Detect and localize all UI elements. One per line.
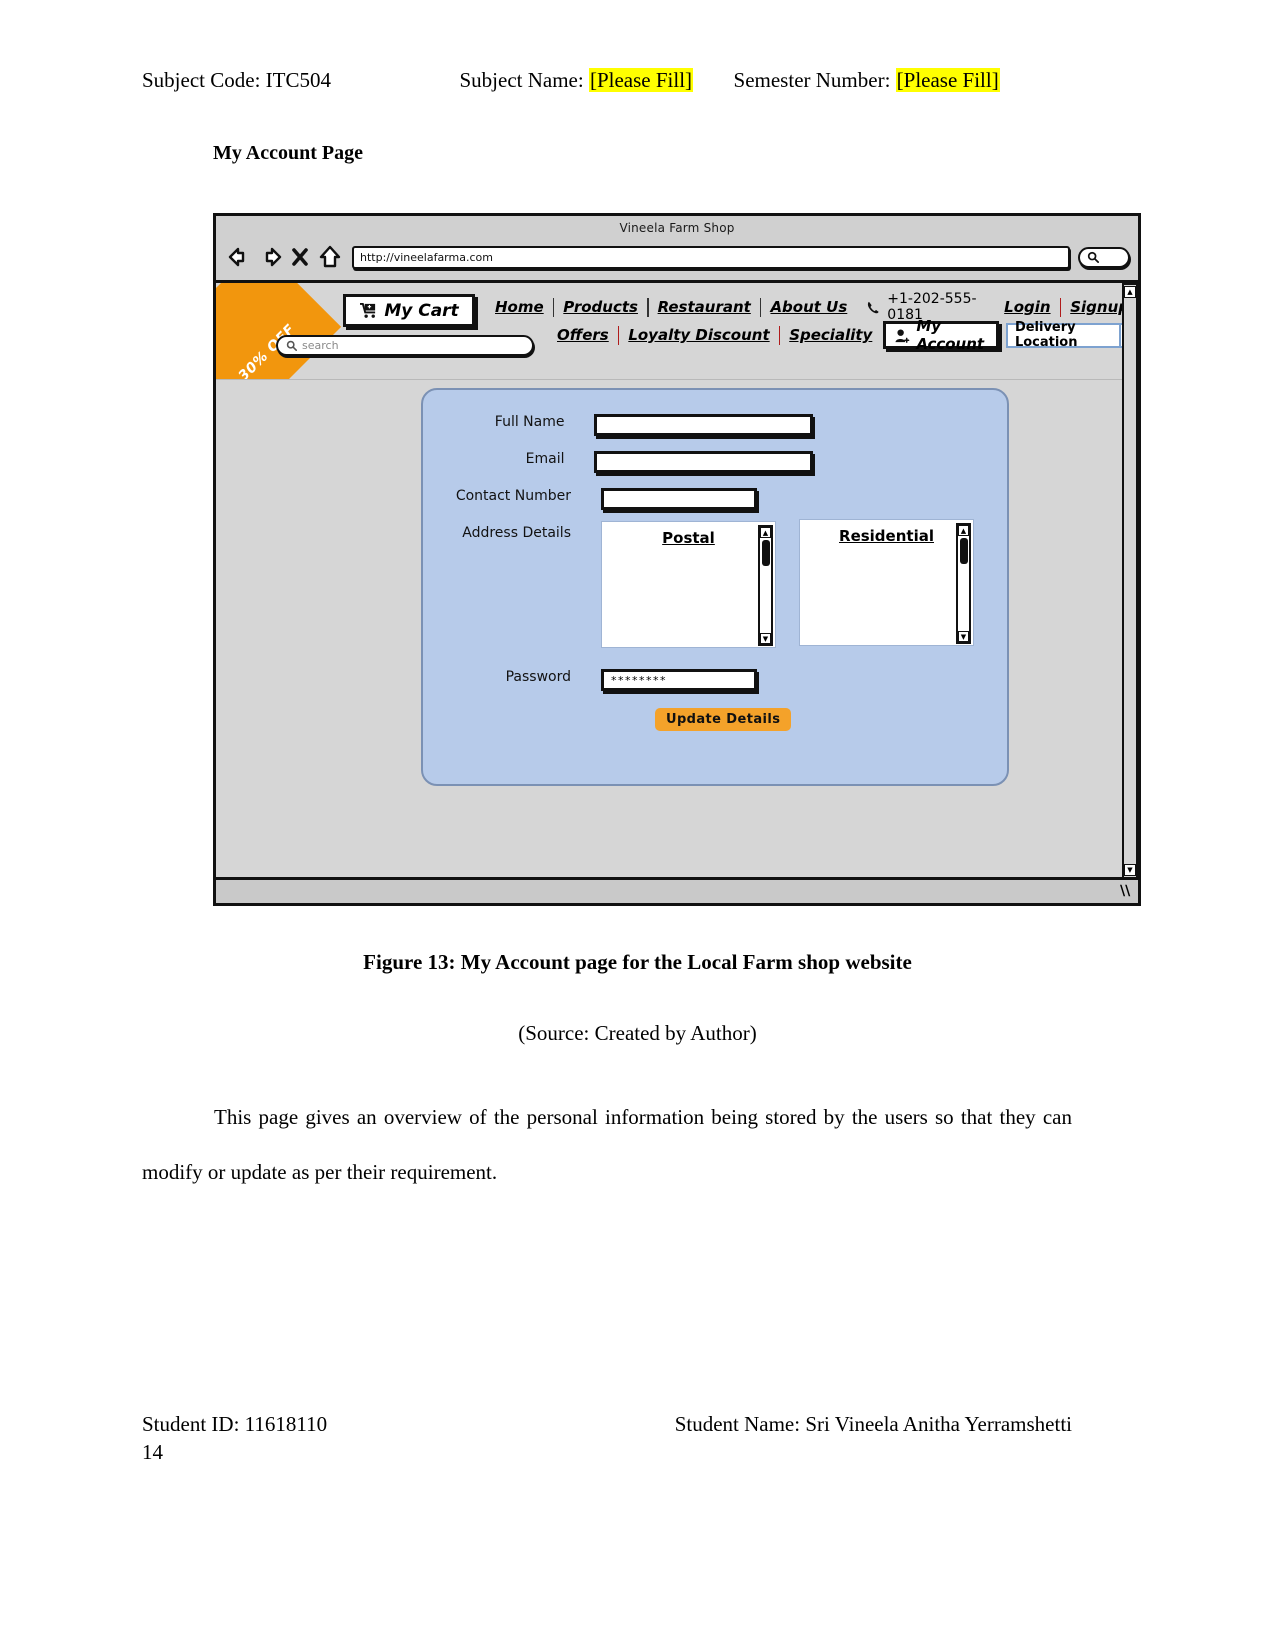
semester-number-value: [Please Fill] — [895, 68, 1000, 92]
scrollbar-thumb[interactable] — [959, 538, 968, 564]
my-cart-label: My Cart — [384, 300, 459, 321]
student-id: Student ID: 11618110 — [142, 1412, 328, 1436]
search-input[interactable]: search — [276, 335, 534, 356]
postal-address-scrollbar[interactable]: ▲ ▼ — [758, 525, 773, 646]
figure-caption: Figure 13: My Account page for the Local… — [363, 950, 912, 974]
scroll-up-icon[interactable]: ▲ — [1124, 286, 1136, 298]
browser-window-title: Vineela Farm Shop — [619, 221, 735, 235]
scroll-up-icon[interactable]: ▲ — [760, 527, 771, 538]
url-bar[interactable]: http://vineelafarma.com — [352, 245, 1070, 269]
search-placeholder: search — [302, 339, 339, 352]
contact-number-input[interactable] — [601, 488, 757, 510]
browser-status-bar: ∕∕ — [216, 877, 1138, 903]
account-form-region: Full Name Email Contact Number Address D… — [216, 380, 1138, 880]
primary-nav: Home Products Restaurant About Us +1-202… — [486, 291, 1138, 323]
browser-mockup: Vineela Farm Shop http://vineelafarma.co… — [213, 213, 1141, 906]
scrollbar-thumb[interactable] — [761, 540, 770, 566]
postal-address-box[interactable]: Postal ▲ ▼ — [601, 521, 776, 648]
page-number: 14 — [142, 1440, 163, 1464]
scroll-down-icon[interactable]: ▼ — [760, 633, 771, 644]
site-header: 30% OFF My Cart search Home Products Res… — [216, 283, 1138, 380]
page-title: My Account Page — [213, 142, 363, 164]
password-input[interactable]: ******** — [601, 669, 757, 691]
field-email: Email — [423, 451, 813, 473]
nav-item-restaurant[interactable]: Restaurant — [649, 298, 760, 316]
body-paragraph: This page gives an overview of the perso… — [142, 1105, 1072, 1184]
forward-arrow-icon[interactable] — [256, 244, 284, 270]
search-icon — [1087, 251, 1099, 263]
account-form-panel: Full Name Email Contact Number Address D… — [421, 388, 1009, 786]
back-arrow-icon[interactable] — [226, 244, 254, 270]
password-label: Password — [505, 669, 571, 685]
browser-search-button[interactable] — [1078, 246, 1130, 268]
full-name-label: Full Name — [494, 414, 565, 430]
my-account-label: My Account — [916, 317, 985, 353]
residential-address-title: Residential — [839, 527, 934, 545]
field-full-name: Full Name — [423, 414, 813, 436]
search-icon — [286, 340, 297, 351]
postal-address-title: Postal — [662, 529, 715, 547]
browser-toolbar: http://vineelafarma.com — [226, 240, 1130, 274]
address-details-label: Address Details — [462, 525, 571, 541]
subject-name-label: Subject Name: — [459, 68, 584, 92]
home-icon[interactable] — [316, 244, 344, 270]
nav-item-products[interactable]: Products — [554, 298, 647, 316]
nav-item-speciality[interactable]: Speciality — [780, 326, 881, 344]
scroll-down-icon[interactable]: ▼ — [958, 631, 969, 642]
site-viewport: 30% OFF My Cart search Home Products Res… — [216, 283, 1138, 903]
field-contact-number: Contact Number — [423, 488, 813, 510]
nav-item-offers[interactable]: Offers — [548, 326, 618, 344]
user-add-icon — [894, 328, 911, 343]
nav-item-about-us[interactable]: About Us — [761, 298, 856, 316]
document-header: Subject Code: ITC504 Subject Name: [Plea… — [142, 68, 1132, 93]
residential-address-box[interactable]: Residential ▲ ▼ — [799, 519, 974, 646]
contact-number-label: Contact Number — [455, 488, 571, 504]
nav-item-my-account[interactable]: My Account — [883, 317, 999, 353]
scroll-down-icon[interactable]: ▼ — [1124, 864, 1136, 876]
nav-item-loyalty-discount[interactable]: Loyalty Discount — [619, 326, 778, 344]
page-scrollbar[interactable]: ▲ ▼ — [1122, 283, 1138, 879]
phone-icon — [866, 300, 881, 315]
shopping-cart-icon — [359, 302, 378, 319]
delivery-location-select[interactable]: Delivery Location — [1005, 320, 1138, 350]
email-label: Email — [525, 451, 565, 467]
figure-source: (Source: Created by Author) — [518, 1021, 757, 1045]
field-address-details: Address Details — [423, 525, 583, 541]
full-name-input[interactable] — [594, 414, 813, 436]
browser-titlebar: Vineela Farm Shop http://vineelafarma.co… — [216, 216, 1138, 283]
scroll-up-icon[interactable]: ▲ — [958, 525, 969, 536]
update-details-button[interactable]: Update Details — [655, 708, 792, 731]
resize-grip-icon[interactable]: ∕∕ — [1120, 883, 1130, 899]
subject-name-value: [Please Fill] — [588, 68, 694, 92]
my-cart-button[interactable]: My Cart — [343, 294, 475, 327]
email-input[interactable] — [594, 451, 813, 473]
nav-item-home[interactable]: Home — [486, 298, 553, 316]
delivery-location-label: Delivery Location — [1014, 320, 1078, 350]
semester-number-label: Semester Number: — [733, 68, 891, 92]
residential-address-scrollbar[interactable]: ▲ ▼ — [956, 523, 971, 644]
secondary-nav: Offers Loyalty Discount Speciality My Ac… — [548, 317, 1138, 353]
subject-code: Subject Code: ITC504 — [142, 68, 331, 92]
login-link[interactable]: Login — [995, 298, 1059, 316]
url-text: http://vineelafarma.com — [360, 250, 493, 264]
student-name: Student Name: Sri Vineela Anitha Yerrams… — [674, 1412, 1072, 1436]
field-password: Password ******** — [423, 669, 813, 691]
page-footer: Student ID: 11618110 Student Name: Sri V… — [142, 1412, 1072, 1437]
close-x-icon[interactable] — [286, 244, 314, 270]
